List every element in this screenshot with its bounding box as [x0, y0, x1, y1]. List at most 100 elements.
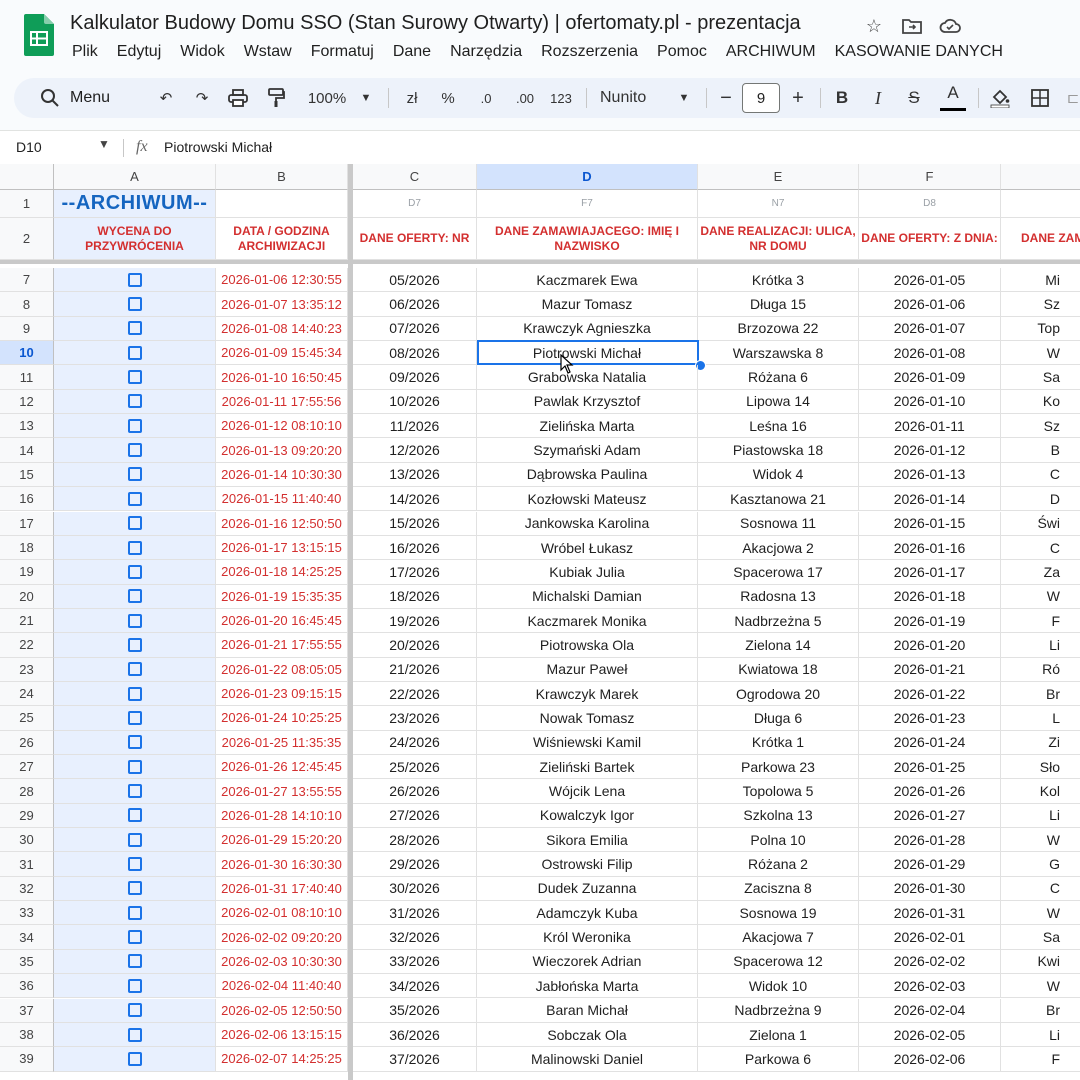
- client-name[interactable]: Zieliński Bartek: [477, 755, 698, 780]
- restore-checkbox-cell[interactable]: [54, 487, 216, 512]
- menu-edit[interactable]: Edytuj: [117, 43, 161, 61]
- offer-date[interactable]: 2026-01-13: [859, 462, 1001, 488]
- street-address[interactable]: Szkolna 13: [698, 803, 859, 829]
- restore-checkbox-cell[interactable]: [54, 730, 216, 755]
- next-column-value[interactable]: G: [1001, 852, 1080, 877]
- fill-color-icon[interactable]: [988, 78, 1012, 118]
- client-name[interactable]: Król Weronika: [477, 925, 698, 950]
- font-size-decrease[interactable]: −: [714, 78, 738, 118]
- row-header[interactable]: 25: [0, 706, 54, 731]
- offer-date[interactable]: 2026-01-23: [859, 706, 1001, 731]
- row-header[interactable]: 37: [0, 998, 54, 1023]
- client-name[interactable]: Piotrowski Michał: [477, 341, 698, 366]
- next-column-value[interactable]: Kol: [1001, 779, 1080, 804]
- restore-checkbox-cell[interactable]: [54, 657, 216, 682]
- next-column-value[interactable]: Mi: [1001, 268, 1080, 293]
- restore-checkbox[interactable]: [127, 832, 142, 847]
- restore-checkbox[interactable]: [127, 540, 142, 555]
- restore-checkbox-cell[interactable]: [54, 341, 216, 366]
- offer-number[interactable]: 12/2026: [353, 438, 477, 463]
- street-address[interactable]: Leśna 16: [698, 414, 859, 439]
- next-column-value[interactable]: C: [1001, 877, 1080, 902]
- restore-checkbox-cell[interactable]: [54, 998, 216, 1023]
- font-size-input[interactable]: 9: [742, 83, 780, 113]
- italic-button[interactable]: I: [866, 78, 890, 118]
- offer-date[interactable]: 2026-01-27: [859, 803, 1001, 829]
- next-column-value[interactable]: Top: [1001, 317, 1080, 342]
- restore-checkbox[interactable]: [127, 857, 142, 872]
- menu-format[interactable]: Formatuj: [311, 43, 374, 61]
- offer-number[interactable]: 29/2026: [353, 852, 477, 877]
- next-column-value[interactable]: Br: [1001, 682, 1080, 707]
- offer-number[interactable]: 08/2026: [353, 341, 477, 366]
- street-address[interactable]: Widok 4: [698, 462, 859, 488]
- offer-date[interactable]: 2026-01-21: [859, 657, 1001, 682]
- restore-checkbox[interactable]: [127, 930, 142, 945]
- offer-number[interactable]: 05/2026: [353, 268, 477, 293]
- restore-checkbox[interactable]: [127, 637, 142, 652]
- client-name[interactable]: Dąbrowska Paulina: [477, 462, 698, 488]
- restore-checkbox[interactable]: [127, 443, 142, 458]
- street-address[interactable]: Akacjowa 7: [698, 925, 859, 950]
- column-header-d[interactable]: D: [477, 164, 698, 190]
- frozen-rows-divider[interactable]: [0, 260, 1080, 264]
- row-header[interactable]: 30: [0, 828, 54, 853]
- next-column-value[interactable]: C: [1001, 536, 1080, 561]
- row-header[interactable]: 8: [0, 292, 54, 317]
- offer-number[interactable]: 11/2026: [353, 414, 477, 439]
- client-name[interactable]: Krawczyk Agnieszka: [477, 316, 698, 342]
- column-header-a[interactable]: A: [54, 164, 216, 190]
- street-address[interactable]: Lipowa 14: [698, 389, 859, 415]
- offer-date[interactable]: 2026-01-09: [859, 365, 1001, 390]
- restore-checkbox[interactable]: [127, 662, 142, 677]
- menu-help[interactable]: Pomoc: [657, 43, 707, 61]
- document-title[interactable]: Kalkulator Budowy Domu SSO (Stan Surowy …: [70, 12, 801, 35]
- street-address[interactable]: Nadbrzeżna 9: [698, 998, 859, 1023]
- next-column-value[interactable]: Zi: [1001, 731, 1080, 755]
- offer-number[interactable]: 35/2026: [353, 998, 477, 1023]
- offer-date[interactable]: 2026-01-14: [859, 487, 1001, 512]
- next-column-value[interactable]: B: [1001, 438, 1080, 463]
- merge-cells-icon[interactable]: ⊏: [1066, 78, 1080, 118]
- client-name[interactable]: Baran Michał: [477, 998, 698, 1023]
- street-address[interactable]: Długa 6: [698, 706, 859, 731]
- offer-date[interactable]: 2026-01-28: [859, 828, 1001, 853]
- restore-checkbox-cell[interactable]: [54, 316, 216, 342]
- sheets-logo-icon[interactable]: [24, 14, 54, 56]
- restore-checkbox-cell[interactable]: [54, 633, 216, 658]
- column-header-c[interactable]: C: [353, 164, 477, 190]
- street-address[interactable]: Krótka 1: [698, 730, 859, 755]
- restore-checkbox[interactable]: [127, 491, 142, 506]
- street-address[interactable]: Brzozowa 22: [698, 316, 859, 342]
- offer-number[interactable]: 17/2026: [353, 560, 477, 585]
- restore-checkbox[interactable]: [127, 516, 142, 531]
- menu-data[interactable]: Dane: [393, 43, 431, 61]
- number-format[interactable]: 123: [546, 78, 576, 118]
- street-address[interactable]: Akacjowa 2: [698, 535, 859, 561]
- next-column-value[interactable]: Ko: [1001, 390, 1080, 415]
- next-column-value[interactable]: Sz: [1001, 292, 1080, 317]
- row-header[interactable]: 31: [0, 852, 54, 877]
- street-address[interactable]: Kwiatowa 18: [698, 657, 859, 682]
- street-address[interactable]: Kasztanowa 21: [698, 487, 859, 512]
- offer-date[interactable]: 2026-01-07: [859, 316, 1001, 342]
- restore-checkbox[interactable]: [127, 759, 142, 774]
- client-name[interactable]: Sobczak Ola: [477, 1022, 698, 1048]
- restore-checkbox-cell[interactable]: [54, 292, 216, 317]
- menu-view[interactable]: Widok: [180, 43, 224, 61]
- restore-checkbox-cell[interactable]: [54, 511, 216, 536]
- restore-checkbox-cell[interactable]: [54, 852, 216, 877]
- offer-number[interactable]: 21/2026: [353, 657, 477, 682]
- restore-checkbox[interactable]: [127, 418, 142, 433]
- zoom-dropdown-icon[interactable]: ▼: [356, 78, 376, 118]
- client-name[interactable]: Michalski Damian: [477, 584, 698, 609]
- offer-number[interactable]: 33/2026: [353, 949, 477, 975]
- restore-checkbox-cell[interactable]: [54, 681, 216, 707]
- restore-checkbox[interactable]: [127, 345, 142, 360]
- restore-checkbox-cell[interactable]: [54, 438, 216, 463]
- offer-date[interactable]: 2026-01-19: [859, 608, 1001, 634]
- row-header[interactable]: 28: [0, 779, 54, 804]
- menu-insert[interactable]: Wstaw: [244, 43, 292, 61]
- client-name[interactable]: Wójcik Lena: [477, 779, 698, 804]
- next-column-value[interactable]: Br: [1001, 999, 1080, 1023]
